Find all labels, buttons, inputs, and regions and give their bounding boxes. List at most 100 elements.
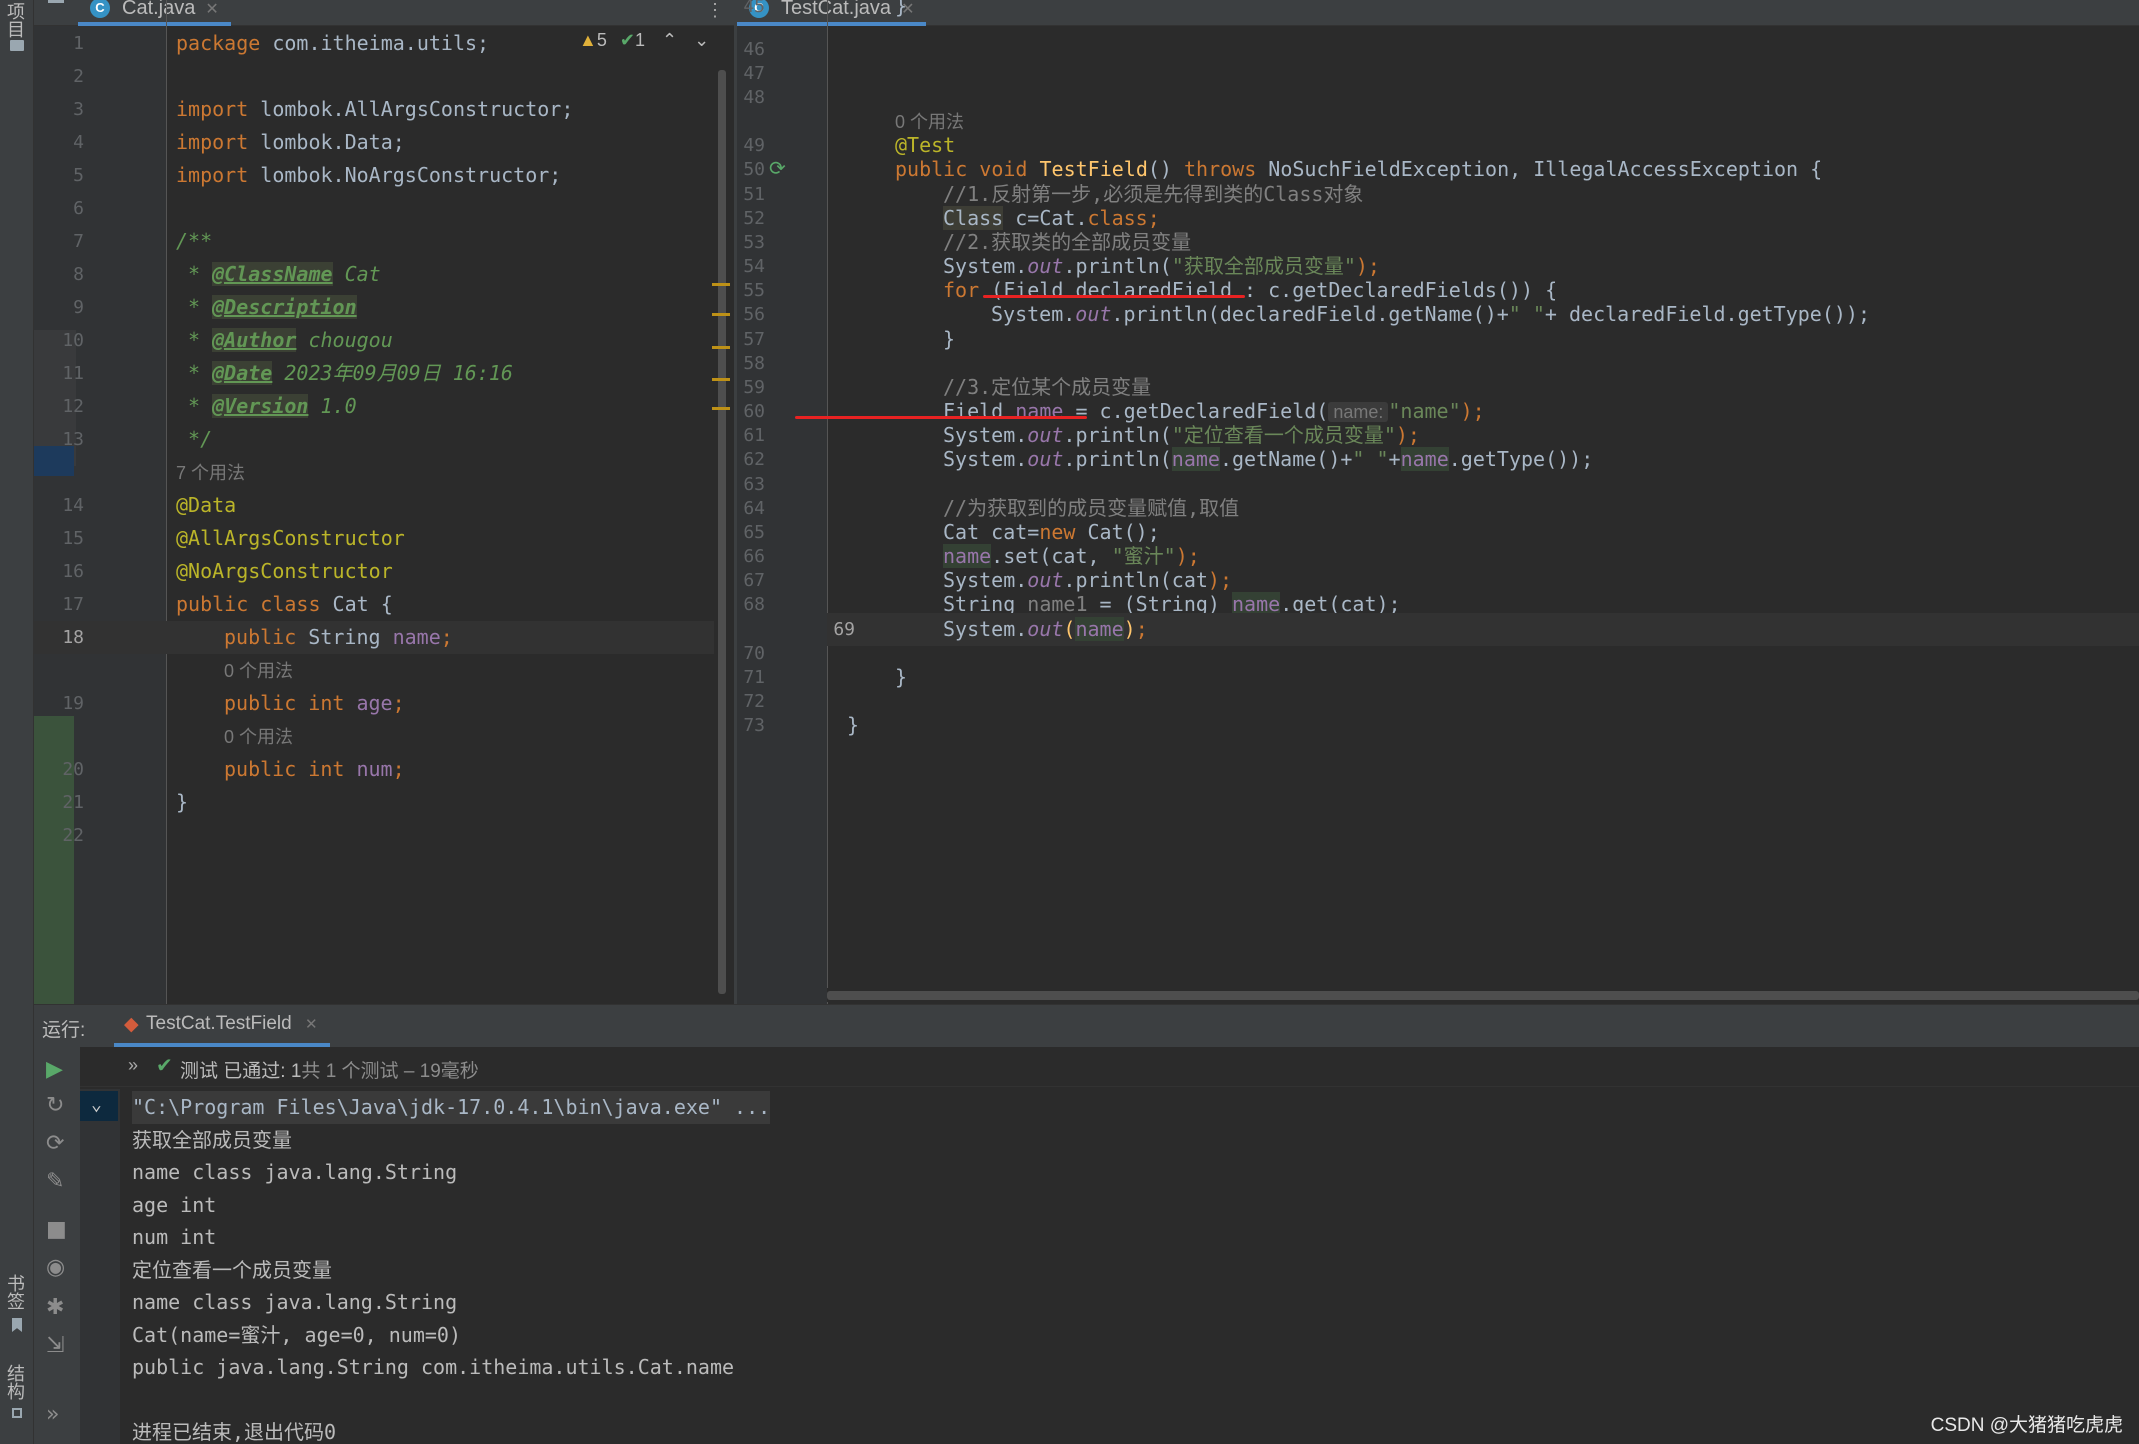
code-token: 1.0 xyxy=(308,394,357,418)
annotation-underline xyxy=(983,295,1245,298)
code-token: * xyxy=(176,394,213,418)
folder-icon[interactable] xyxy=(10,40,24,51)
code-text: * @Date 2023年09月09日 16:16 xyxy=(176,357,513,390)
line-number: 68 xyxy=(743,594,765,615)
bookmark-icon[interactable] xyxy=(12,1318,22,1332)
tab-cat-java[interactable]: C Cat.java ✕ xyxy=(78,0,231,26)
line-number: 19 xyxy=(62,693,84,714)
code-line: 2 xyxy=(34,60,734,93)
run-header: 运行: ◆ TestCat.TestField ✕ xyxy=(34,1005,2139,1047)
line-number: 22 xyxy=(62,825,84,846)
code-text: /** xyxy=(176,225,212,258)
line-number: 20 xyxy=(62,759,84,780)
code-text: public class Cat { xyxy=(176,588,393,621)
test-tree-strip: ⌄ xyxy=(80,1089,120,1444)
camera-icon[interactable]: ◉ xyxy=(46,1255,65,1280)
minimize-icon[interactable] xyxy=(48,0,64,3)
line-number: 9 xyxy=(73,297,84,318)
rerun-failed-icon[interactable]: ↻ xyxy=(46,1093,64,1118)
line-number: 18 xyxy=(34,621,84,654)
line-number: 73 xyxy=(743,715,765,736)
toggle-auto-test-icon[interactable]: ⟳ xyxy=(46,1131,64,1156)
close-run-tab-icon[interactable]: ✕ xyxy=(305,1016,318,1033)
check-icon: ✔ xyxy=(619,30,635,50)
code-token: /** xyxy=(176,229,213,253)
stop-icon[interactable]: ■ xyxy=(46,1217,67,1242)
run-test-icon[interactable]: ⟳ xyxy=(769,156,786,180)
code-line: 6 xyxy=(34,192,734,225)
close-tab-icon[interactable]: ✕ xyxy=(205,1,218,18)
code-token: * xyxy=(176,328,213,352)
code-line: 8 * @ClassName Cat xyxy=(34,258,734,291)
expand-toolbar-icon[interactable]: » xyxy=(46,1402,59,1427)
line-number: 5 xyxy=(73,165,84,186)
left-scrollbar-track[interactable] xyxy=(714,60,728,1000)
code-token: @ClassName xyxy=(212,262,333,286)
code-line: 17 public class Cat { xyxy=(34,588,734,621)
collapse-icon[interactable]: ⌄ xyxy=(80,1091,118,1121)
code-text: package com.itheima.utils; xyxy=(176,27,489,60)
code-text: * @Author chougou xyxy=(176,324,393,357)
code-token: 0 个用法 xyxy=(224,661,294,681)
code-line: 19 public int age; xyxy=(34,687,734,720)
console-line: Cat(name=蜜汁, age=0, num=0) xyxy=(132,1322,461,1347)
code-token: @Description xyxy=(212,295,357,319)
code-token: public xyxy=(224,625,297,649)
passed-check-icon: ✔ xyxy=(156,1053,173,1077)
left-scrollbar-thumb[interactable] xyxy=(718,70,726,994)
code-token: Cat xyxy=(332,262,381,286)
right-editor-pane: C TestCat.java ✕ 45} 46 47 48 0 个用法 49 @Test 50 pu… xyxy=(737,0,2139,1004)
line-number: 21 xyxy=(62,792,84,813)
settings-wrench-icon[interactable]: ✎ xyxy=(46,1169,64,1194)
console-line: name class java.lang.String xyxy=(132,1160,458,1184)
code-token: } xyxy=(847,713,860,737)
code-line: 16 @NoArgsConstructor xyxy=(34,555,734,588)
previous-highlight-icon[interactable]: ⌃ xyxy=(662,30,677,50)
more-options-icon[interactable]: ⋮ xyxy=(706,0,724,21)
code-token: Cat { xyxy=(320,592,393,616)
export-icon[interactable]: ⇲ xyxy=(46,1333,64,1358)
test-run-icon: ◆ xyxy=(124,1014,139,1035)
code-text: import lombok.Data; xyxy=(176,126,405,159)
code-token: } xyxy=(895,0,908,18)
structure-tool-label[interactable]: 结构 xyxy=(5,1364,28,1400)
code-text: 7 个用法 xyxy=(176,456,245,490)
code-line: 14 @Data xyxy=(34,489,734,522)
code-line: 7 个用法 xyxy=(34,456,734,489)
code-line: 22 xyxy=(34,819,734,852)
code-text: * @Description xyxy=(176,291,357,324)
inspection-widget[interactable]: ▲5 ✔1 ⌃ ⌄ xyxy=(579,30,709,51)
code-line: 21} xyxy=(34,786,734,819)
project-tool-label[interactable]: 项目 xyxy=(5,2,28,38)
code-line: 20 public int num; xyxy=(34,753,734,786)
code-line: 10 * @Author chougou xyxy=(34,324,734,357)
gear-icon[interactable]: ✱ xyxy=(46,1295,64,1320)
code-token: lombok.Data; xyxy=(248,130,405,154)
rerun-icon[interactable]: ▶ xyxy=(46,1057,63,1082)
code-line: 5 import lombok.NoArgsConstructor; xyxy=(34,159,734,192)
code-token: @NoArgsConstructor xyxy=(176,559,393,583)
code-text: * @Version 1.0 xyxy=(176,390,357,423)
run-tool-window: 运行: ◆ TestCat.TestField ✕ ▶ ↻ ⟳ ✎ ■ ◉ ✱ … xyxy=(34,1004,2139,1444)
line-number: 17 xyxy=(62,594,84,615)
bookmarks-tool-label[interactable]: 书签 xyxy=(5,1274,28,1310)
code-line: 7 /** xyxy=(34,225,734,258)
console-line: 获取全部成员变量 xyxy=(132,1127,292,1152)
code-text: } xyxy=(176,786,188,819)
code-token: ; xyxy=(392,691,405,715)
code-token: import xyxy=(176,97,249,121)
expand-icon[interactable]: » xyxy=(128,1055,138,1076)
right-scrollbar-track[interactable] xyxy=(827,988,2139,1002)
structure-icon[interactable] xyxy=(12,1408,22,1418)
line-number: 4 xyxy=(73,132,84,153)
next-highlight-icon[interactable]: ⌄ xyxy=(694,30,709,50)
code-token: 0 个用法 xyxy=(224,727,294,747)
code-token: String xyxy=(296,625,393,649)
run-tab-testfield[interactable]: ◆ TestCat.TestField ✕ xyxy=(114,1005,330,1047)
code-text: public int num; xyxy=(224,753,405,786)
code-token: @Version xyxy=(212,394,309,418)
code-token: @AllArgsConstructor xyxy=(176,526,405,550)
code-token: lombok.AllArgsConstructor; xyxy=(248,97,574,121)
right-scrollbar-thumb[interactable] xyxy=(827,991,2139,1000)
code-line: 18 public String name; xyxy=(34,621,714,654)
